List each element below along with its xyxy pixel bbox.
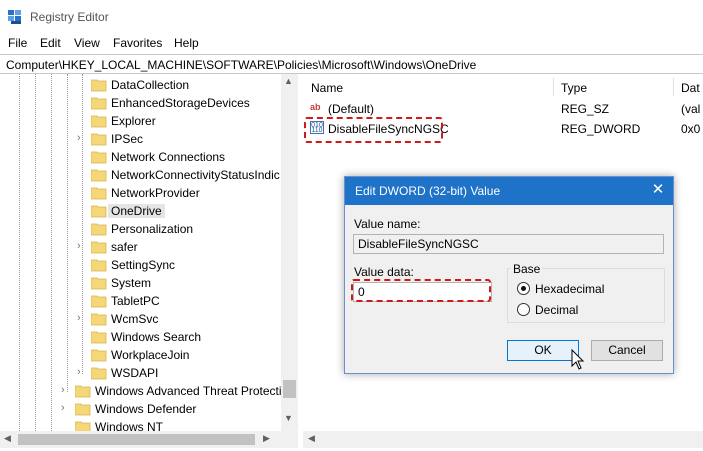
chevron-right-icon[interactable]: › (77, 312, 81, 324)
tree-item-label: Windows Advanced Threat Protecti (95, 384, 282, 398)
folder-icon (91, 313, 107, 326)
folder-icon (91, 349, 107, 362)
dword-value-icon: 010 110 (310, 121, 324, 134)
folder-icon (91, 223, 107, 236)
scroll-right-icon[interactable]: ▶ (263, 433, 270, 444)
string-value-icon: ab (310, 102, 321, 112)
column-header-type[interactable]: Type (561, 81, 587, 95)
chevron-right-icon[interactable]: › (77, 132, 81, 144)
tree-scroll-thumb[interactable] (283, 380, 296, 398)
value-type: REG_SZ (561, 102, 610, 116)
folder-icon (91, 169, 107, 182)
chevron-right-icon[interactable]: › (77, 240, 81, 252)
folder-icon (91, 187, 107, 200)
close-icon[interactable]: ✕ (648, 180, 668, 200)
window-title: Registry Editor (30, 10, 109, 24)
value-name-label: Value name: (354, 217, 421, 231)
column-separator[interactable] (553, 78, 554, 96)
value-type: REG_DWORD (561, 122, 641, 136)
tree-guide-line (67, 74, 68, 392)
tree-item-label: OneDrive (108, 204, 165, 218)
tree-item-label: NetworkConnectivityStatusIndic (111, 168, 280, 182)
folder-icon (91, 295, 107, 308)
scroll-left-icon[interactable]: ◀ (308, 433, 315, 444)
tree-item-label: WSDAPI (111, 366, 159, 380)
tree-hscroll-thumb[interactable] (18, 434, 255, 445)
folder-icon (91, 79, 107, 92)
tree-item-label: NetworkProvider (111, 186, 200, 200)
tree-guide-line (19, 74, 20, 431)
tree-item-label: SettingSync (111, 258, 176, 272)
address-path[interactable]: Computer\HKEY_LOCAL_MACHINE\SOFTWARE\Pol… (6, 58, 476, 72)
address-bar[interactable]: Computer\HKEY_LOCAL_MACHINE\SOFTWARE\Pol… (0, 54, 703, 74)
radio-selected-dot (521, 286, 526, 291)
tree-item-label: TabletPC (111, 294, 160, 308)
value-name-field: DisableFileSyncNGSC (353, 234, 664, 254)
folder-icon (75, 403, 91, 416)
folder-icon (91, 151, 107, 164)
tree-item-label: DataCollection (111, 78, 190, 92)
menu-bar: File Edit View Favorites Help (0, 34, 703, 54)
tree-item-label: EnhancedStorageDevices (111, 96, 250, 110)
dialog-title: Edit DWORD (32-bit) Value (355, 184, 501, 198)
menu-favorites[interactable]: Favorites (113, 36, 162, 50)
folder-icon (91, 133, 107, 146)
menu-view[interactable]: View (74, 36, 100, 50)
tree-guide-line (51, 74, 52, 431)
folder-icon (91, 205, 107, 218)
value-data: 0x0 (681, 122, 701, 136)
scroll-down-icon[interactable]: ▼ (284, 413, 293, 423)
chevron-right-icon[interactable]: › (77, 366, 81, 378)
tree-item-label: WcmSvc (111, 312, 159, 326)
column-separator[interactable] (673, 78, 674, 96)
registry-editor-icon (8, 10, 21, 24)
scroll-left-icon[interactable]: ◀ (4, 433, 11, 444)
menu-file[interactable]: File (8, 36, 27, 50)
folder-icon (91, 241, 107, 254)
decimal-label[interactable]: Decimal (535, 303, 578, 317)
tree-item-label: Explorer (111, 114, 156, 128)
folder-icon (91, 97, 107, 110)
edit-dword-dialog: Edit DWORD (32-bit) Value ✕ Value name: … (344, 176, 674, 374)
tree-guide-line (82, 74, 83, 374)
menu-help[interactable]: Help (174, 36, 199, 50)
tree-guide-line (35, 74, 36, 431)
tree-item-label: Windows Search (111, 330, 202, 344)
base-label: Base (511, 262, 543, 276)
tree-item-label: safer (111, 240, 138, 254)
tree-item-label: Network Connections (111, 150, 226, 164)
tree-item-label: Windows Defender (95, 402, 197, 416)
column-header-name[interactable]: Name (311, 81, 343, 95)
menu-edit[interactable]: Edit (40, 36, 61, 50)
chevron-right-icon[interactable]: › (61, 384, 65, 396)
tree-vertical-scrollbar[interactable] (281, 74, 298, 431)
folder-icon (75, 385, 91, 398)
tree-item-label: Personalization (111, 222, 194, 236)
value-data-field[interactable]: 0 (353, 282, 492, 302)
folder-icon (91, 367, 107, 380)
scroll-up-icon[interactable]: ▲ (284, 76, 293, 86)
hexadecimal-label[interactable]: Hexadecimal (535, 282, 604, 296)
value-name[interactable]: DisableFileSyncNGSC (328, 122, 449, 136)
cancel-button[interactable]: Cancel (591, 340, 663, 361)
ok-button[interactable]: OK (507, 340, 579, 361)
tree-item-label: IPSec (111, 132, 144, 146)
list-horizontal-scrollbar[interactable] (303, 431, 703, 448)
decimal-radio[interactable] (517, 303, 530, 316)
chevron-right-icon[interactable]: › (61, 402, 65, 414)
folder-icon (91, 331, 107, 344)
value-name[interactable]: (Default) (328, 102, 374, 116)
column-header-data[interactable]: Dat (681, 81, 700, 95)
folder-icon (91, 277, 107, 290)
value-data-label: Value data: (354, 265, 414, 279)
tree-item-label: System (111, 276, 152, 290)
dialog-title-bar[interactable]: Edit DWORD (32-bit) Value ✕ (345, 177, 673, 205)
tree-item-label: WorkplaceJoin (111, 348, 190, 362)
mouse-cursor-icon (571, 349, 585, 370)
folder-icon (91, 259, 107, 272)
hexadecimal-radio[interactable] (517, 282, 530, 295)
value-data: (val (681, 102, 701, 116)
folder-icon (91, 115, 107, 128)
